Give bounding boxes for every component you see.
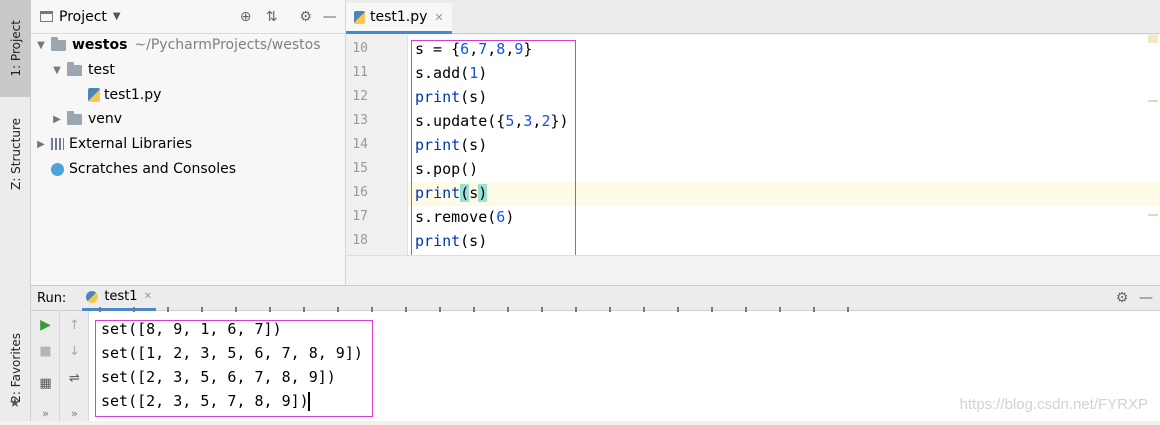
layout-icon[interactable]: ▦ bbox=[31, 371, 60, 395]
up-arrow-icon[interactable]: ↑ bbox=[60, 313, 89, 337]
tree-item-venv-label: venv bbox=[88, 111, 123, 127]
favorites-star-icon[interactable]: ★ bbox=[9, 396, 21, 411]
tree-item-scratches[interactable]: Scratches and Consoles bbox=[51, 157, 236, 181]
scratches-icon bbox=[51, 162, 64, 176]
line-number: 15 bbox=[352, 161, 368, 176]
gear-icon[interactable]: ⚙ bbox=[1112, 288, 1132, 308]
line-number: 11 bbox=[352, 65, 368, 80]
line-number: 12 bbox=[352, 89, 368, 104]
editor-tab-test1-py[interactable]: test1.py ✕ bbox=[346, 3, 452, 34]
more-icon[interactable]: » bbox=[60, 401, 89, 425]
line-number: 16 bbox=[352, 185, 368, 200]
tree-item-test[interactable]: ▼ test bbox=[51, 58, 115, 82]
code-highlight-box bbox=[411, 40, 576, 257]
tree-item-westos-label: westos bbox=[72, 37, 128, 53]
expand-arrow-icon[interactable]: ▼ bbox=[51, 65, 63, 76]
locate-icon[interactable]: ⊕ bbox=[236, 7, 256, 27]
scroll-marker bbox=[1148, 214, 1158, 216]
folder-icon bbox=[51, 36, 66, 51]
editor-tab-strip: test1.py ✕ bbox=[346, 0, 1160, 34]
project-view-icon bbox=[40, 11, 53, 22]
tree-item-westos[interactable]: ▼ westos ~/PycharmProjects/westos bbox=[35, 33, 321, 57]
tree-item-test-label: test bbox=[88, 62, 115, 78]
line-number: 14 bbox=[352, 137, 368, 152]
tree-item-westos-path: ~/PycharmProjects/westos bbox=[134, 37, 321, 53]
editor-bottom-area bbox=[346, 255, 1160, 285]
folder-icon bbox=[67, 61, 82, 76]
stop-icon[interactable]: ■ bbox=[31, 339, 60, 363]
minimize-icon[interactable]: — bbox=[1136, 288, 1156, 308]
python-file-icon bbox=[86, 290, 99, 303]
line-number: 17 bbox=[352, 209, 368, 224]
tree-item-venv[interactable]: ▶ venv bbox=[51, 107, 122, 131]
project-view-selector[interactable]: Project bbox=[59, 9, 107, 25]
run-icon[interactable]: ▶ bbox=[31, 313, 60, 337]
output-highlight-box bbox=[95, 320, 373, 417]
tree-item-test1-py-label: test1.py bbox=[104, 87, 162, 103]
console-toolbar: ↑ ↓ ⇌ » bbox=[60, 311, 89, 421]
folder-icon bbox=[67, 110, 82, 125]
expand-arrow-icon[interactable]: ▶ bbox=[35, 139, 47, 150]
scroll-marker bbox=[1148, 100, 1158, 102]
run-toolbar: ▶ ■ ▦ » bbox=[31, 311, 60, 421]
close-icon[interactable]: ✕ bbox=[144, 291, 152, 302]
left-tool-strip: 1: Project Z: Structure 2: Favorites ★ bbox=[0, 0, 31, 421]
line-number: 10 bbox=[352, 41, 368, 56]
scroll-marker bbox=[1148, 35, 1158, 43]
line-number: 18 bbox=[352, 233, 368, 248]
minimize-icon[interactable]: — bbox=[320, 7, 340, 27]
library-icon bbox=[51, 138, 64, 150]
close-icon[interactable]: ✕ bbox=[434, 11, 443, 24]
run-tab-label: test1 bbox=[104, 289, 138, 304]
tree-item-external-libraries-label: External Libraries bbox=[69, 136, 192, 152]
collapse-icon[interactable]: ⇅ bbox=[262, 7, 282, 27]
python-file-icon bbox=[88, 88, 100, 102]
tool-tab-project-label: 1: Project bbox=[8, 20, 23, 77]
tree-item-scratches-label: Scratches and Consoles bbox=[69, 161, 236, 177]
tool-tab-project[interactable]: 1: Project bbox=[0, 0, 31, 97]
project-panel-header: Project ▼ ⊕ ⇅ ⚙ — bbox=[31, 0, 346, 34]
console-output[interactable]: set([8, 9, 1, 6, 7]) set([1, 2, 3, 5, 6,… bbox=[89, 307, 1160, 421]
python-file-icon bbox=[354, 10, 365, 24]
expand-arrow-icon[interactable]: ▶ bbox=[51, 114, 63, 125]
more-icon[interactable]: » bbox=[31, 401, 60, 425]
down-arrow-icon[interactable]: ↓ bbox=[60, 339, 89, 363]
tool-tab-favorites-label: 2: Favorites bbox=[8, 332, 23, 403]
line-number: 13 bbox=[352, 113, 368, 128]
expand-arrow-icon[interactable]: ▼ bbox=[35, 40, 47, 51]
chevron-down-icon[interactable]: ▼ bbox=[113, 11, 121, 22]
tree-item-external-libraries[interactable]: ▶ External Libraries bbox=[35, 132, 192, 156]
soft-wrap-icon[interactable]: ⇌ bbox=[60, 366, 89, 390]
gear-icon[interactable]: ⚙ bbox=[296, 7, 316, 27]
line-number-gutter: 10 11 12 13 14 15 16 17 18 bbox=[346, 35, 408, 255]
tool-tab-structure[interactable]: Z: Structure bbox=[0, 108, 31, 200]
tool-tab-structure-label: Z: Structure bbox=[8, 118, 23, 190]
editor-tab-label: test1.py bbox=[370, 9, 428, 25]
code-editor[interactable]: 10 11 12 13 14 15 16 17 18 s = {6,7,8,9}… bbox=[346, 35, 1160, 257]
tree-item-test1-py[interactable]: test1.py bbox=[88, 83, 161, 107]
project-panel: Project ▼ ⊕ ⇅ ⚙ — ▼ westos ~/PycharmProj… bbox=[31, 0, 346, 285]
run-label: Run: bbox=[37, 290, 67, 306]
watermark: https://blog.csdn.net/FYRXP bbox=[959, 396, 1148, 413]
console-clipped-line bbox=[99, 307, 879, 312]
